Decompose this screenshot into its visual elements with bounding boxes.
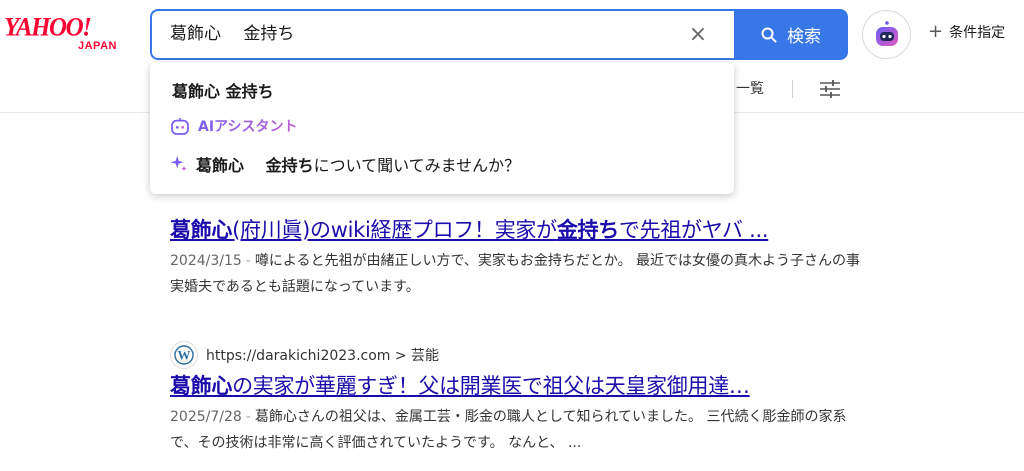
tab-divider [792, 80, 793, 98]
svg-text:W: W [178, 348, 191, 363]
plus-icon: + [928, 21, 944, 42]
search-button-label: 検索 [787, 27, 821, 47]
result-snippet: 2025/7/28- 葛飾心さんの祖父は、金属工芸・彫金の職人として知られていまし… [170, 404, 870, 456]
result-url: https://darakichi2023.com > 芸能 [206, 348, 440, 364]
result-title-link[interactable]: 葛飾心(府川眞)のwiki経歴プロフ！実家が金持ちで先祖がヤバ ... [170, 214, 870, 246]
advanced-search-link[interactable]: + 条件指定 [928, 22, 1005, 42]
ai-robot-icon [875, 20, 898, 46]
title-text: (府川眞)のwiki経歴プロフ！実家が [232, 218, 557, 242]
tab-list[interactable]: 一覧 [736, 78, 764, 98]
ai-robot-icon [171, 118, 189, 135]
yahoo-japan-logo[interactable]: YAHOO! JAPAN [4, 13, 132, 54]
title-text: の実家が華麗すぎ！父は開業医で祖父は天皇家御用達… [232, 374, 750, 398]
ai-assistant-label: AIアシスタント [198, 116, 297, 136]
result-title-link[interactable]: 葛飾心の実家が華麗すぎ！父は開業医で祖父は天皇家御用達… [170, 370, 870, 402]
result-date: 2024/3/15 [170, 253, 242, 269]
search-result: W https://darakichi2023.com > 芸能 葛飾心の実家が… [170, 340, 870, 456]
result-date: 2025/7/28 [170, 409, 242, 425]
search-box[interactable]: 葛飾心 金持ち × [150, 9, 736, 60]
date-separator: - [245, 409, 251, 425]
advanced-search-label: 条件指定 [949, 25, 1006, 41]
search-input[interactable]: 葛飾心 金持ち [170, 11, 294, 58]
search-icon [761, 27, 777, 42]
title-highlight: 金持ち [556, 218, 619, 242]
result-snippet: 2024/3/15- 噂によると先祖が由緒正しい方で、実家もお金持ちだとか。 最近… [170, 248, 870, 300]
title-text: で先祖がヤバ ... [618, 218, 769, 242]
ask-text: について聞いてみませんか？ [313, 156, 521, 175]
ai-assistant-header: AIアシスタント [170, 116, 297, 136]
search-suggestion-dropdown: 葛飾心 金持ち AIアシスタント 葛飾心 金持ちについて聞いてみませんか？ [150, 62, 734, 194]
wordpress-icon: W [170, 341, 198, 369]
ai-assistant-button[interactable] [862, 10, 911, 59]
sparkle-icon [170, 155, 187, 172]
filter-settings-icon[interactable] [818, 77, 842, 101]
title-highlight: 葛飾心 [170, 218, 233, 242]
search-button[interactable]: 検索 [734, 9, 848, 60]
clear-icon[interactable]: × [686, 23, 710, 47]
result-site-row[interactable]: W https://darakichi2023.com > 芸能 [170, 340, 870, 370]
snippet-text: 噂によると先祖が由緒正しい方で、実家もお金持ちだとか。 最近では女優の真木よう子… [170, 253, 861, 295]
title-highlight: 葛飾心 [170, 374, 233, 398]
logo-wordmark: YAHOO! [4, 13, 92, 42]
ask-query: 葛飾心 金持ち [196, 156, 314, 175]
logo-subtext: JAPAN [78, 40, 117, 52]
search-result: 葛飾心(府川眞)のwiki経歴プロフ！実家が金持ちで先祖がヤバ ... 2024… [170, 214, 870, 300]
ai-ask-suggestion[interactable]: 葛飾心 金持ちについて聞いてみませんか？ [170, 152, 520, 176]
date-separator: - [245, 253, 251, 269]
suggestion-item[interactable]: 葛飾心 金持ち [172, 78, 274, 102]
snippet-text: 葛飾心さんの祖父は、金属工芸・彫金の職人として知られていました。 三代続く彫金師… [170, 409, 847, 451]
